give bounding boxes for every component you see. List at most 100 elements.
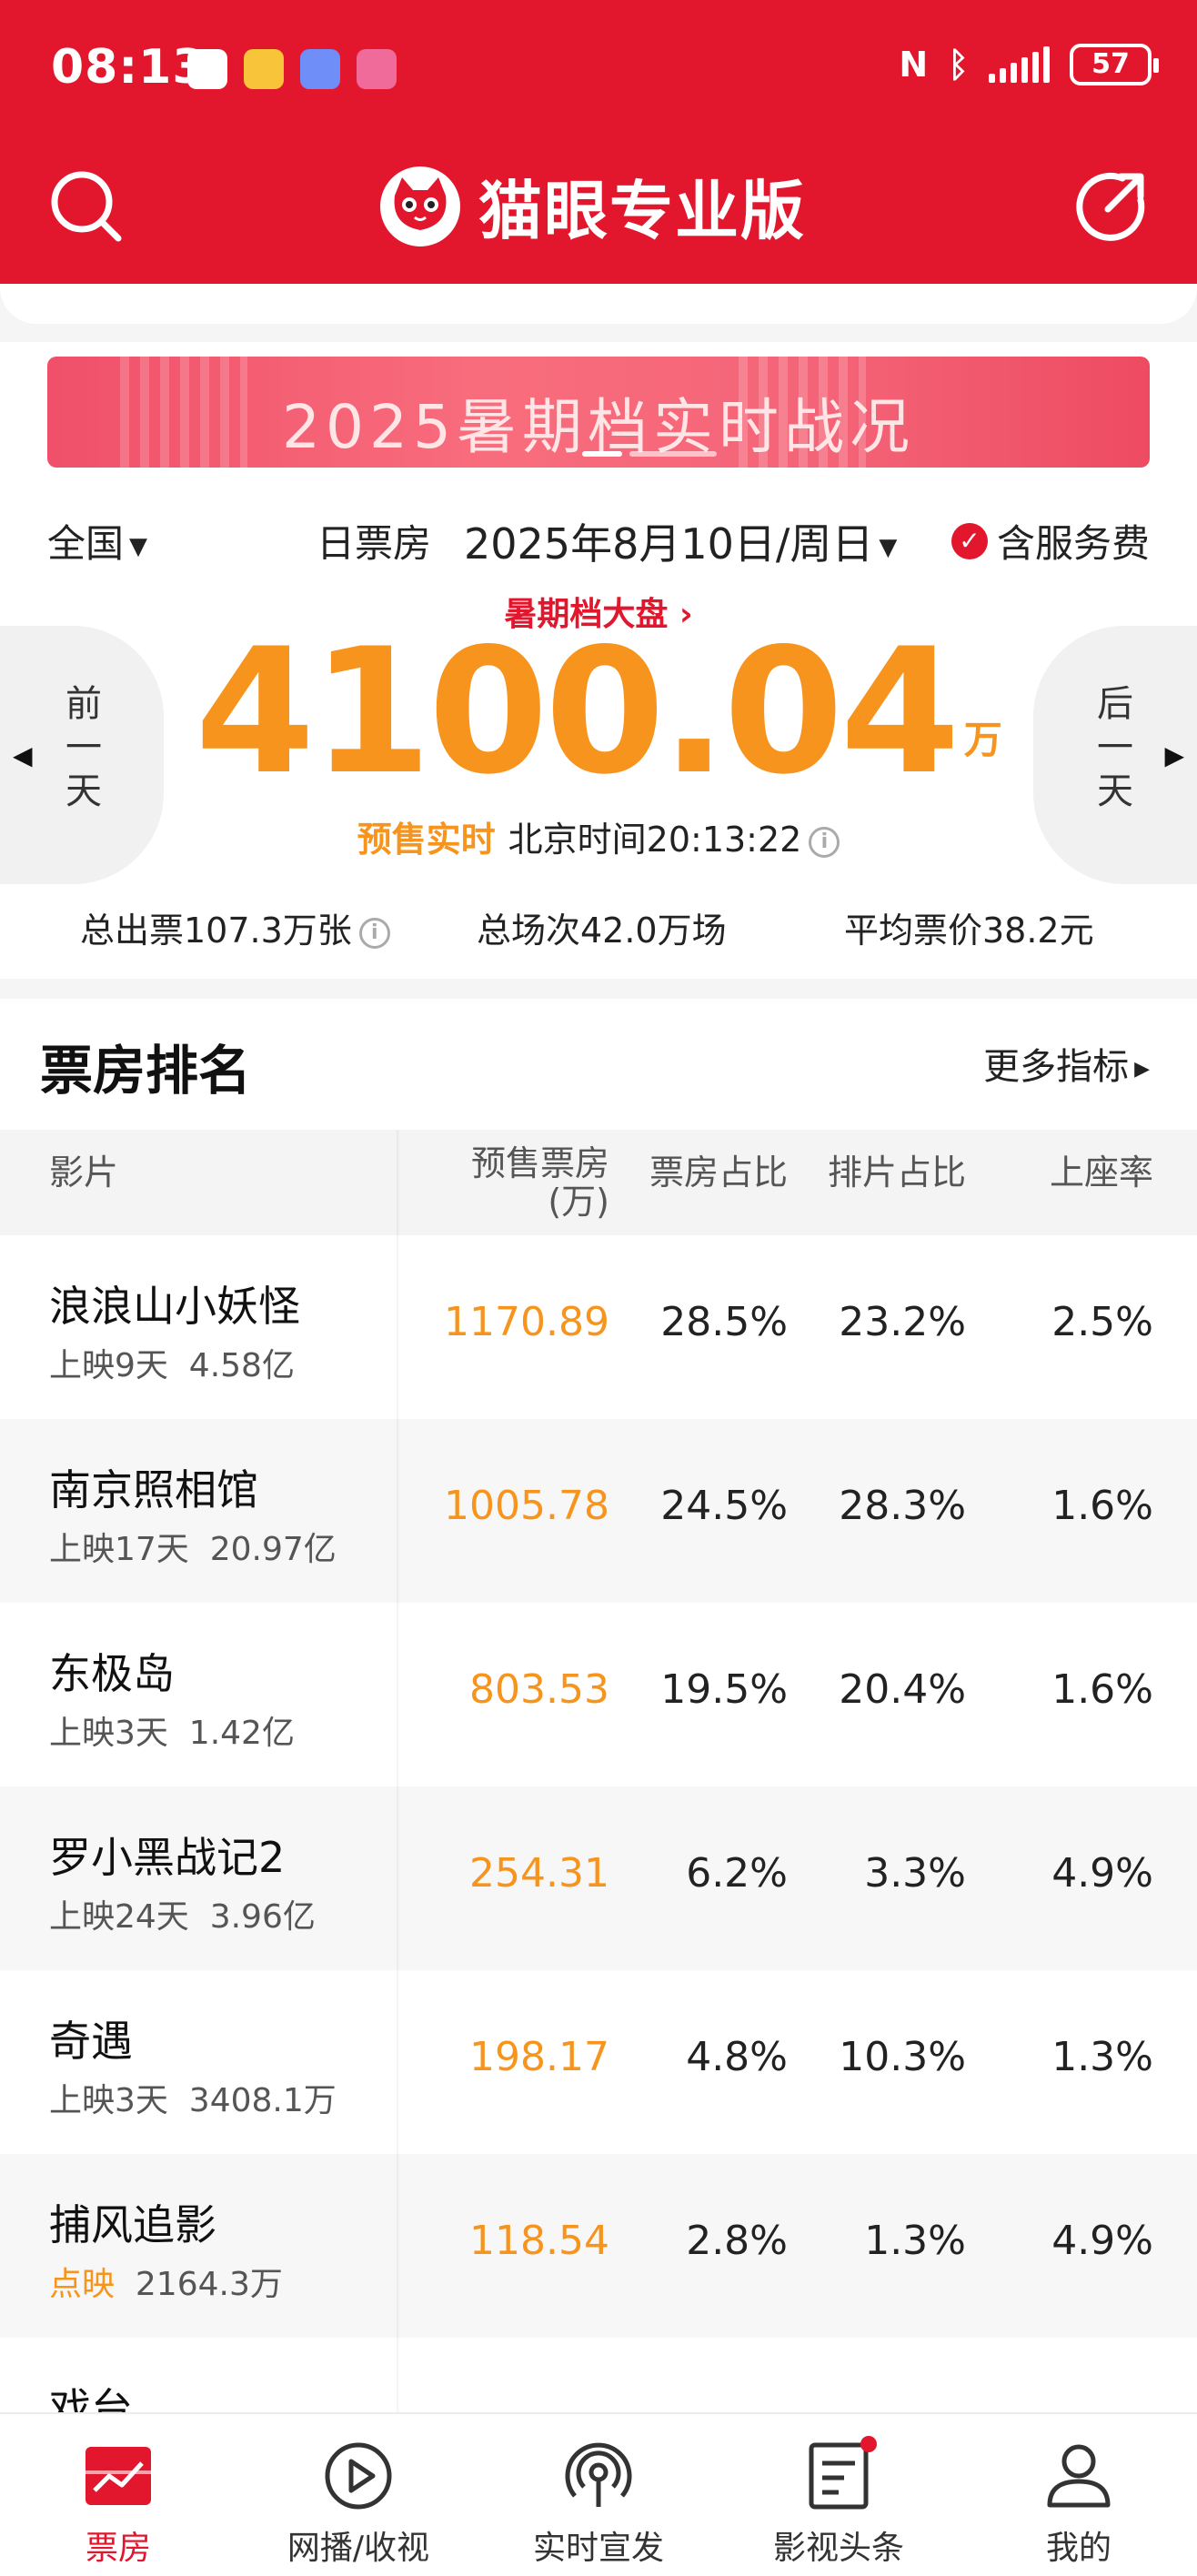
cumulative-box-office: 2164.3万 [135, 2266, 283, 2303]
share-icon[interactable] [1070, 166, 1152, 247]
show-share-value: 10.3% [839, 2034, 966, 2080]
nav-news[interactable]: 影视头条 [748, 2414, 930, 2576]
table-row[interactable]: 罗小黑战记2 上映24天 3.96亿 254.31 6.2% 3.3% 4.9% [0, 1786, 1197, 1970]
box-share-value: 28.5% [660, 1299, 788, 1345]
release-days: 上映3天 [49, 2082, 168, 2119]
release-days: 上映24天 [49, 1898, 189, 1936]
presale-value: 1005.78 [444, 1483, 609, 1529]
table-row[interactable]: 奇遇 上映3天 3408.1万 198.17 4.8% 10.3% 1.3% [0, 1970, 1197, 2154]
table-header: 影片 预售票房 (万) 票房占比 排片占比 上座率 [0, 1130, 1197, 1235]
release-days: 上映17天 [49, 1531, 189, 1568]
stats-row: 总出票107.3万张 i 总场次42.0万场 平均票价38.2元 [0, 902, 1197, 957]
bottom-nav: 票房 网播/收视 实时宣发 影视头条 我的 [0, 2412, 1197, 2576]
nav-profile[interactable]: 我的 [988, 2414, 1170, 2576]
box-share-value: 19.5% [660, 1666, 788, 1713]
app-icon-2 [244, 49, 284, 89]
app-icon-3 [300, 49, 340, 89]
film-release-info: 上映24天 3.96亿 [49, 1890, 316, 1937]
col-box-share[interactable]: 票房占比 [619, 1144, 788, 1194]
cumulative-box-office: 3.96亿 [209, 1898, 316, 1936]
ranking-header: 票房排名 更多指标 ▶ [0, 999, 1197, 1130]
app-header: 猫眼专业版 [0, 142, 1197, 284]
show-share-value: 1.3% [864, 2218, 966, 2264]
total-tickets: 总出票107.3万张 i [80, 902, 390, 952]
beijing-time: 北京时间20:13:22 [508, 820, 802, 860]
app-icon-4 [357, 49, 397, 89]
filter-bar: 全国 ▼ 日票房 2025年8月10日/周日 ▼ ✓ 含服务费 [47, 511, 1150, 571]
table-row[interactable]: 捕风追影 点映 2164.3万 118.54 2.8% 1.3% 4.9% [0, 2154, 1197, 2338]
broadcast-icon [565, 2442, 632, 2507]
app-icon-1 [187, 49, 227, 89]
nav-streaming[interactable]: 网播/收视 [267, 2414, 449, 2576]
presale-value: 254.31 [469, 1850, 609, 1897]
film-name: 东极岛 [49, 1649, 175, 1698]
presale-tag: 预售实时 [357, 820, 496, 860]
notification-dot [860, 2436, 877, 2452]
dropdown-triangle-icon: ▼ [129, 532, 148, 560]
card-top-curve [0, 284, 1197, 324]
info-icon[interactable]: i [809, 826, 840, 858]
film-name: 南京照相馆 [49, 1465, 258, 1514]
col-show-share[interactable]: 排片占比 [797, 1144, 966, 1194]
film-name: 浪浪山小妖怪 [49, 1282, 300, 1331]
play-icon [325, 2442, 392, 2510]
col-occupancy[interactable]: 上座率 [975, 1144, 1153, 1194]
search-icon[interactable] [45, 166, 127, 247]
app-brand: 猫眼专业版 [378, 160, 806, 252]
status-right: N ᛒ 57 [899, 44, 1159, 86]
occupancy-value: 1.6% [1051, 1666, 1153, 1713]
show-share-value: 28.3% [839, 1483, 966, 1529]
box-share-value: 24.5% [660, 1483, 788, 1529]
caret-right-icon: ▶ [1134, 1057, 1150, 1081]
presale-value: 1170.89 [444, 1299, 609, 1345]
service-fee-toggle[interactable]: ✓ 含服务费 [951, 513, 1150, 569]
occupancy-value: 4.9% [1051, 2218, 1153, 2264]
fixed-column-divider [397, 1130, 400, 2418]
cumulative-box-office: 4.58亿 [188, 1347, 295, 1384]
total-screenings: 总场次42.0万场 [477, 911, 727, 951]
profile-icon [1047, 2444, 1111, 2508]
col-film: 影片 [49, 1152, 119, 1192]
presale-value: 118.54 [469, 2218, 609, 2264]
presale-value: 803.53 [469, 1666, 609, 1713]
cat-logo-icon [380, 166, 460, 247]
app-title: 猫眼专业版 [478, 174, 806, 248]
region-selector[interactable]: 全国 ▼ [47, 513, 147, 569]
realtime-line: 预售实时 北京时间20:13:22 i [0, 811, 1197, 861]
release-days: 上映9天 [49, 1347, 168, 1384]
ranking-title: 票房排名 [40, 1040, 252, 1102]
table-row[interactable]: 浪浪山小妖怪 上映9天 4.58亿 1170.89 28.5% 23.2% 2.5% [0, 1235, 1197, 1419]
film-name: 捕风追影 [49, 2200, 216, 2249]
box-office-ranking: 票房排名 更多指标 ▶ 影片 预售票房 (万) 票房占比 排片占比 上座率 浪浪山… [0, 999, 1197, 2433]
top-bar: 08:13 N ᛒ 57 猫眼专业版 [0, 0, 1197, 284]
presale-value: 198.17 [469, 2034, 609, 2080]
info-icon[interactable]: i [358, 917, 390, 949]
box-office-type-label: 日票房 [317, 521, 432, 566]
film-release-info: 上映3天 3408.1万 [49, 2074, 337, 2121]
table-row[interactable]: 东极岛 上映3天 1.42亿 803.53 19.5% 20.4% 1.6% [0, 1603, 1197, 1786]
occupancy-value: 2.5% [1051, 1299, 1153, 1345]
status-time: 08:13 [51, 40, 206, 95]
film-name: 罗小黑战记2 [49, 1833, 286, 1882]
film-release-info: 上映9天 4.58亿 [49, 1339, 295, 1386]
notification-app-icons [187, 49, 397, 89]
box-office-summary: 2025暑期档实时战况 全国 ▼ 日票房 2025年8月10日/周日 ▼ ✓ 含服务… [0, 342, 1197, 979]
cumulative-box-office: 3408.1万 [188, 2082, 337, 2119]
dropdown-triangle-icon: ▼ [879, 533, 898, 561]
nav-realtime-promo[interactable]: 实时宣发 [508, 2414, 689, 2576]
show-share-value: 3.3% [864, 1850, 966, 1897]
status-bar: 08:13 N ᛒ 57 [0, 0, 1197, 142]
nav-box-office[interactable]: 票房 [27, 2414, 209, 2576]
table-row[interactable]: 南京照相馆 上映17天 20.97亿 1005.78 24.5% 28.3% 1.6% [0, 1419, 1197, 1603]
film-release-info: 上映3天 1.42亿 [49, 1706, 295, 1754]
box-share-value: 4.8% [686, 2034, 788, 2080]
film-name: 奇遇 [49, 2017, 133, 2066]
col-presale[interactable]: 预售票房 (万) [455, 1144, 609, 1221]
release-days: 点映 [49, 2266, 116, 2303]
avg-ticket-price: 平均票价38.2元 [844, 911, 1094, 951]
film-release-info: 上映17天 20.97亿 [49, 1523, 337, 1570]
box-share-value: 6.2% [686, 1850, 788, 1897]
summer-banner[interactable]: 2025暑期档实时战况 [47, 357, 1150, 468]
date-selector[interactable]: 2025年8月10日/周日 ▼ [464, 511, 897, 571]
more-metrics-button[interactable]: 更多指标 ▶ [983, 1037, 1150, 1090]
